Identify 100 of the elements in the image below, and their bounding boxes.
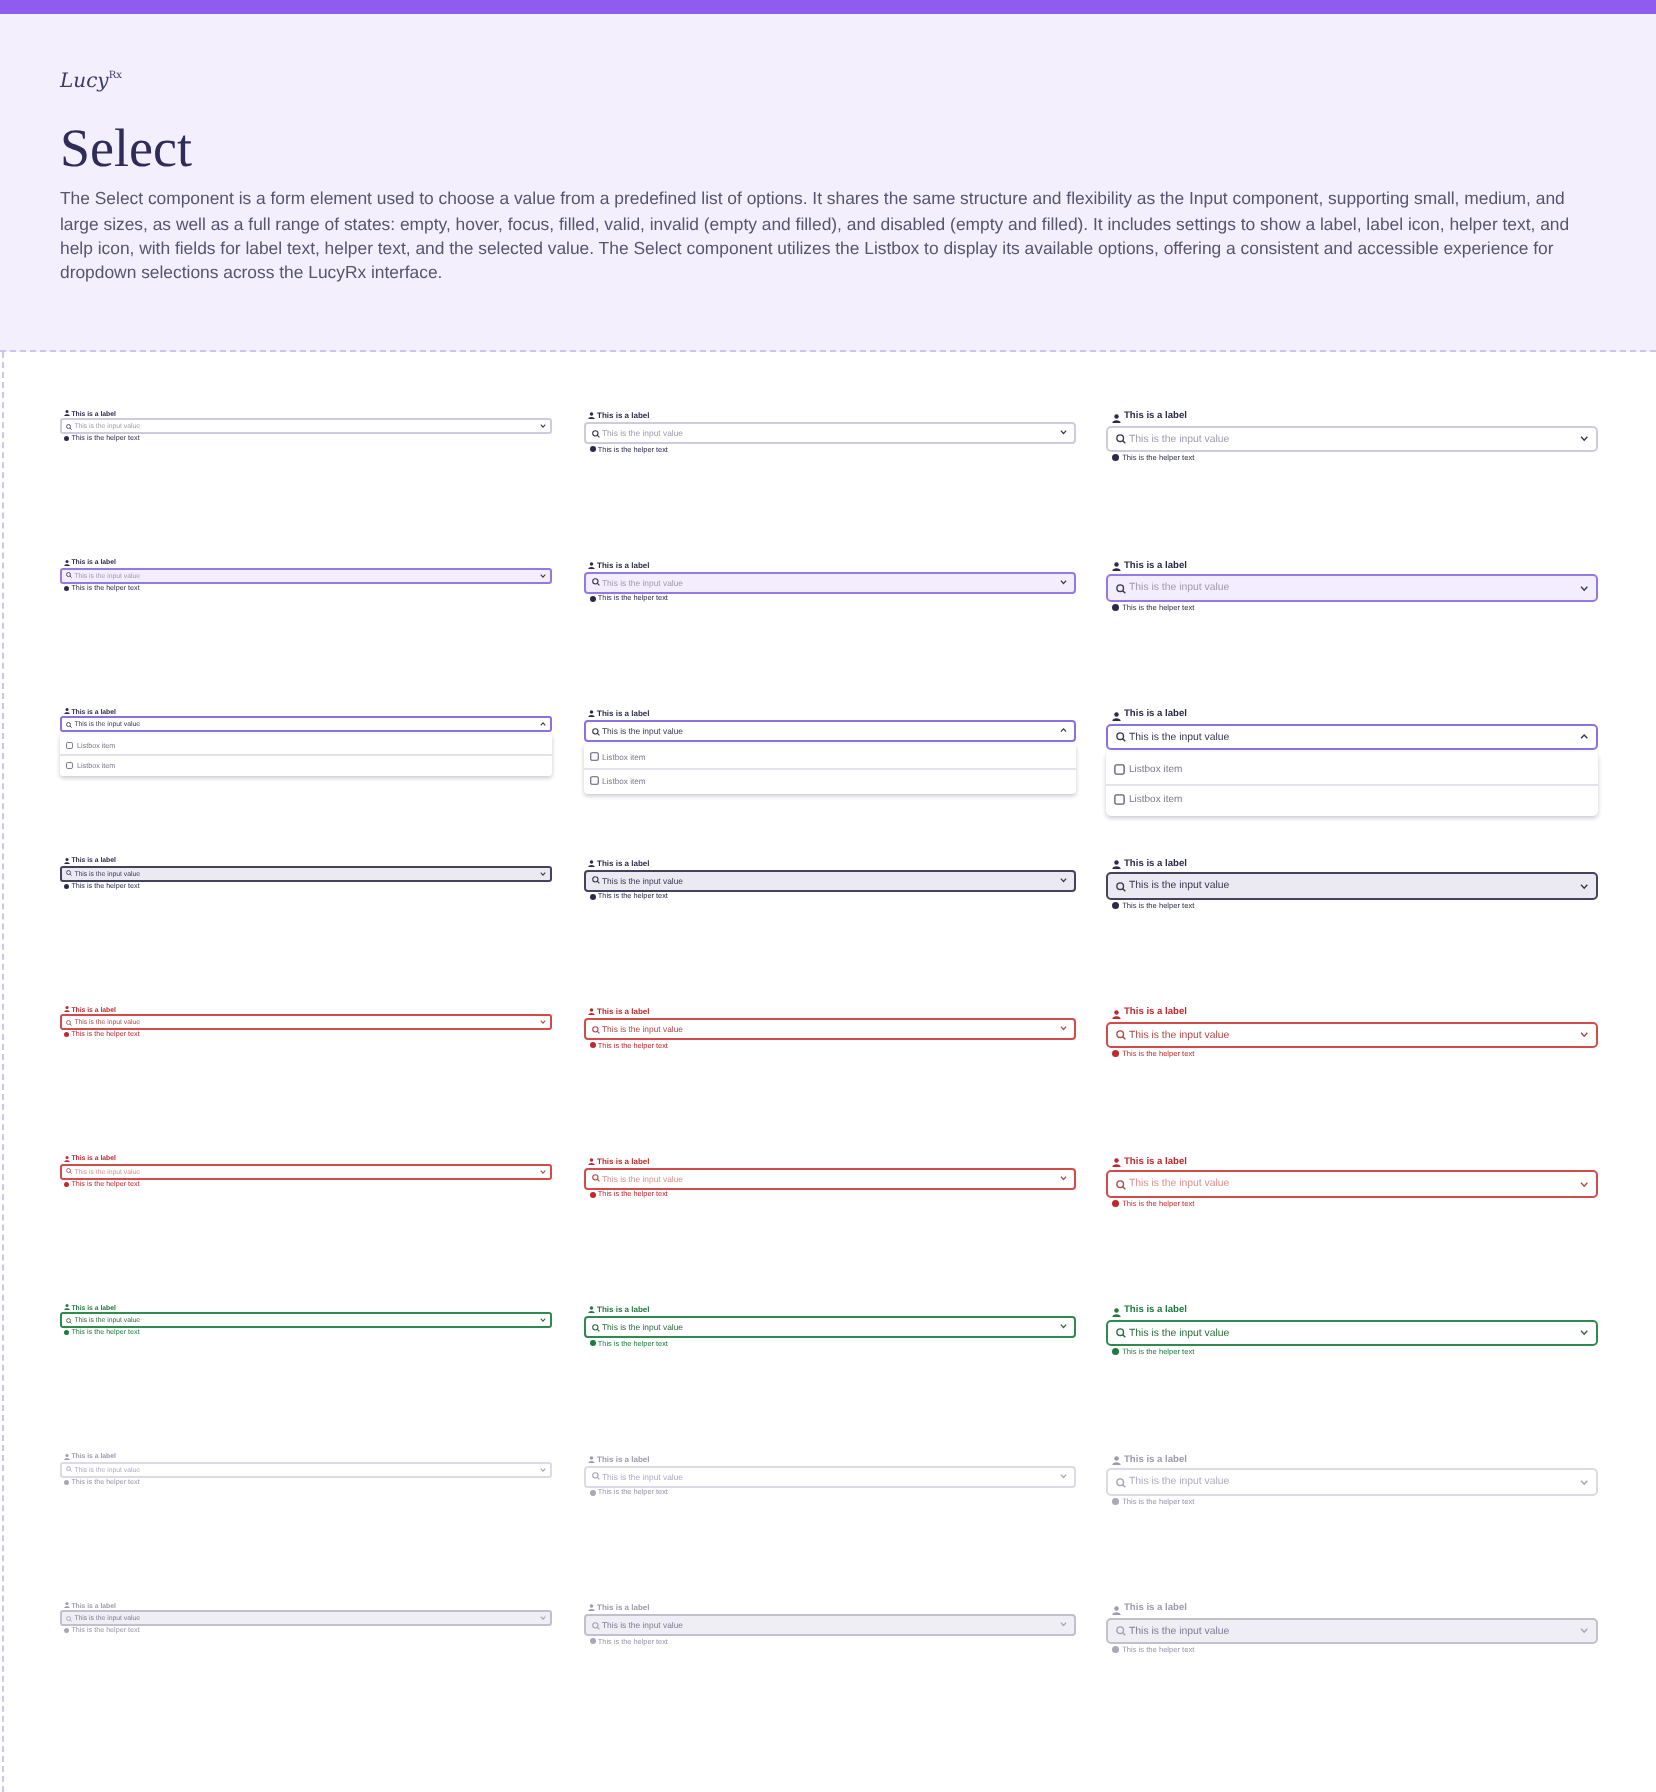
person-icon xyxy=(1111,1009,1120,1019)
dot-icon xyxy=(1112,454,1119,462)
chevron-down-icon[interactable] xyxy=(1580,1330,1589,1336)
dot-icon xyxy=(64,1032,69,1037)
dot-icon xyxy=(64,1479,69,1484)
description: The Select component is a form element used to choose a value from a predefined list of options. It shares the same structure and flexibility as the Input component, supporting small, medium, and large sizes, as well as a full range of states: empty, hover, focus, filled, valid, invalid (empty and filled), and disabled (empty and filled). It includes settings to show a label, label icon, helper text, and help icon, with fields for label text, helper text, and the selected value. The Select component utilizes the Listbox to display its available options, offering a consistent and accessible experience for dropdown selections across the LucyRx interface. xyxy=(60,186,1572,285)
search-icon xyxy=(591,727,599,735)
chevron-down-icon[interactable] xyxy=(1060,430,1067,436)
chevron-down-icon[interactable] xyxy=(1580,883,1589,889)
page-title: Select xyxy=(60,118,192,179)
dot-icon xyxy=(589,1489,595,1495)
checkbox[interactable] xyxy=(589,752,598,762)
search-icon xyxy=(591,1323,599,1331)
dot-icon xyxy=(589,1191,595,1197)
checkbox[interactable] xyxy=(66,762,73,770)
search-icon xyxy=(591,876,599,884)
person-icon xyxy=(587,710,594,717)
dot-icon xyxy=(1112,901,1119,909)
chevron-down-icon[interactable] xyxy=(1060,579,1067,585)
search-icon xyxy=(591,1174,599,1182)
checkbox[interactable] xyxy=(589,776,598,786)
dot-icon xyxy=(589,595,595,601)
person-icon xyxy=(587,1604,594,1611)
person-icon xyxy=(587,1157,594,1164)
search-icon xyxy=(66,572,72,578)
dot-icon xyxy=(64,585,69,590)
search-icon xyxy=(66,423,72,429)
search-icon xyxy=(66,1168,72,1174)
person-icon xyxy=(587,859,594,866)
search-icon xyxy=(591,1025,599,1033)
person-icon xyxy=(63,410,69,416)
dot-icon xyxy=(64,1330,69,1335)
dot-icon xyxy=(1112,1348,1119,1356)
dot-icon xyxy=(1112,1646,1119,1654)
person-icon xyxy=(587,1455,594,1462)
dot-icon xyxy=(589,1340,595,1346)
dot-icon xyxy=(589,893,595,899)
search-icon xyxy=(66,1466,72,1472)
person-icon xyxy=(1111,562,1120,572)
search-icon xyxy=(66,1615,72,1621)
chevron-down-icon[interactable] xyxy=(1580,585,1589,591)
search-icon xyxy=(1115,583,1125,594)
search-icon xyxy=(591,578,599,586)
person-icon xyxy=(1111,413,1120,423)
dot-icon xyxy=(1112,603,1119,611)
chevron-down-icon[interactable] xyxy=(1580,436,1589,442)
person-icon xyxy=(63,559,69,565)
search-icon xyxy=(1115,881,1125,892)
search-icon xyxy=(66,1019,72,1025)
person-icon xyxy=(63,1453,69,1459)
person-icon xyxy=(63,1155,69,1161)
search-icon xyxy=(1115,1179,1125,1190)
search-icon xyxy=(1115,434,1125,445)
chevron-down-icon[interactable] xyxy=(1580,1032,1589,1038)
search-icon xyxy=(1115,732,1125,743)
person-icon xyxy=(63,708,69,714)
search-icon xyxy=(1115,1328,1125,1339)
person-icon xyxy=(63,1304,69,1310)
dot-icon xyxy=(1112,1497,1119,1505)
person-icon xyxy=(1111,1307,1120,1317)
dot-icon xyxy=(64,1181,69,1186)
dot-icon xyxy=(589,1638,595,1644)
search-icon xyxy=(1115,1477,1125,1488)
dot-icon xyxy=(64,1628,69,1633)
search-icon xyxy=(66,721,72,727)
chevron-down-icon[interactable] xyxy=(1060,1026,1067,1032)
dot-icon xyxy=(589,1042,595,1048)
checkbox[interactable] xyxy=(66,741,73,749)
person-icon xyxy=(63,1006,69,1012)
search-icon xyxy=(1115,1626,1125,1637)
person-icon xyxy=(587,1008,594,1015)
checkbox[interactable] xyxy=(1113,763,1124,775)
person-icon xyxy=(1111,1456,1120,1466)
person-icon xyxy=(1111,1158,1120,1168)
chevron-down-icon[interactable] xyxy=(1580,1181,1589,1187)
chevron-down-icon[interactable] xyxy=(1060,877,1067,883)
person-icon xyxy=(1111,711,1120,721)
dot-icon xyxy=(64,436,69,441)
person-icon xyxy=(1111,1605,1120,1615)
search-icon xyxy=(591,1621,599,1629)
person-icon xyxy=(1111,860,1120,870)
checkbox[interactable] xyxy=(1113,794,1124,806)
chevron-down-icon[interactable] xyxy=(1060,1324,1067,1330)
person-icon xyxy=(63,1602,69,1608)
dot-icon xyxy=(1112,1199,1119,1207)
dot-icon xyxy=(1112,1050,1119,1058)
dot-icon xyxy=(64,883,69,888)
search-icon xyxy=(1115,1030,1125,1041)
chevron-down-icon[interactable] xyxy=(1060,1175,1067,1181)
person-icon xyxy=(63,857,69,863)
person-icon xyxy=(587,1306,594,1313)
person-icon xyxy=(587,561,594,568)
chevron-up-icon[interactable] xyxy=(1060,728,1067,734)
search-icon xyxy=(66,870,72,876)
person-icon xyxy=(587,412,594,419)
search-icon xyxy=(66,1317,72,1323)
logo: Lucy$^{Rx}$ xyxy=(60,68,122,97)
dot-icon xyxy=(589,446,595,452)
chevron-up-icon[interactable] xyxy=(1580,734,1589,740)
search-icon xyxy=(591,1472,599,1480)
